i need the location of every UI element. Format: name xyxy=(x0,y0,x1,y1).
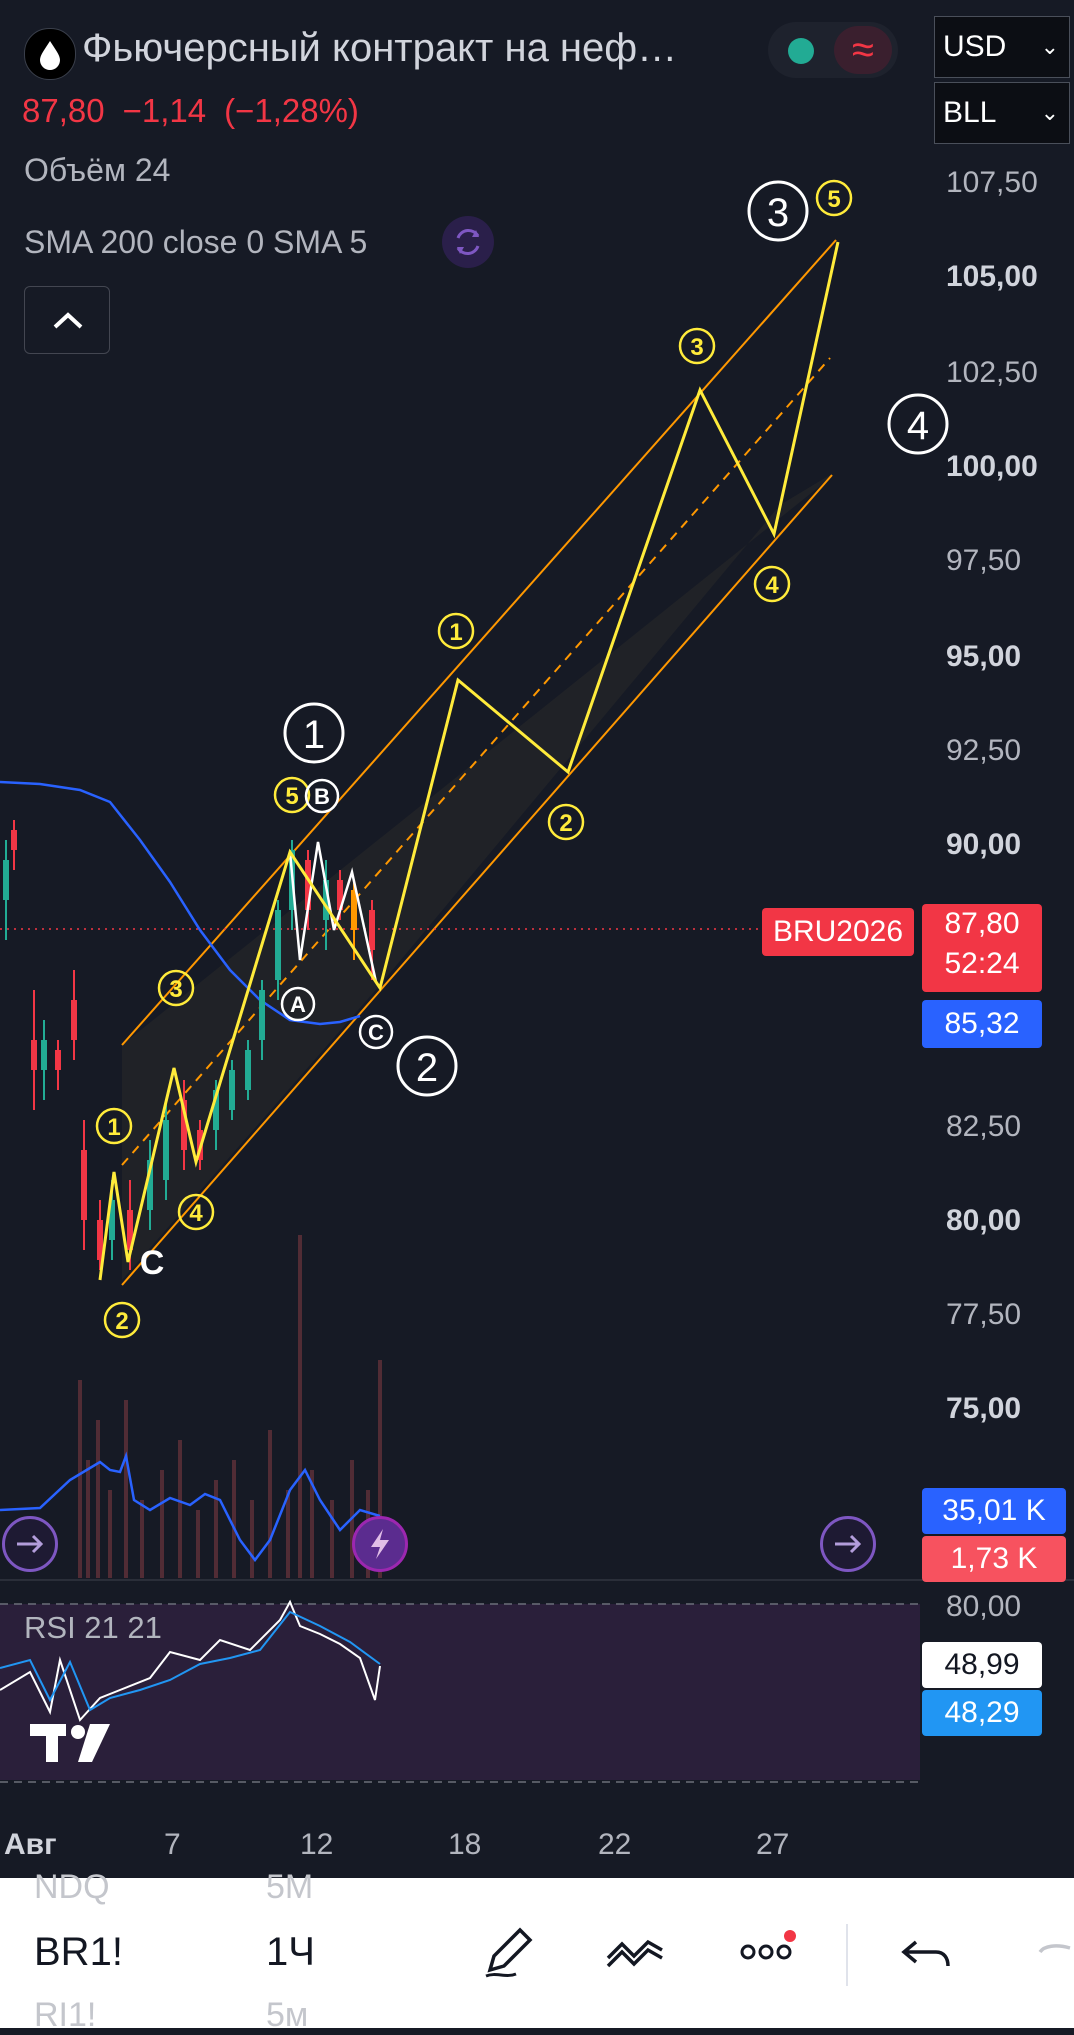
symbol-prev[interactable]: NDQ xyxy=(34,1868,110,1907)
redo-icon[interactable] xyxy=(1030,1920,1074,1984)
wave-small-5b: 5 xyxy=(827,186,840,213)
arrow-right-icon xyxy=(17,1534,44,1554)
time-axis-label: 7 xyxy=(164,1828,181,1861)
sma-legend[interactable]: SMA 200 close 0 SMA 5 xyxy=(24,224,367,261)
price-axis-label: 82,50 xyxy=(946,1110,1022,1143)
wave-big-2-text: 2 xyxy=(416,1046,438,1090)
price-axis-label: 97,50 xyxy=(946,544,1022,577)
more-options-icon[interactable] xyxy=(736,1920,800,1984)
unit-value: BLL xyxy=(943,96,997,129)
replay-flash-button[interactable] xyxy=(352,1516,408,1572)
price-axis-label: 100,00 xyxy=(946,450,1038,483)
time-axis-label: Авг xyxy=(4,1828,57,1861)
chevron-down-icon: ⌄ xyxy=(1040,100,1059,125)
time-axis-label: 27 xyxy=(756,1828,790,1861)
symbol-current[interactable]: BR1! xyxy=(34,1930,123,1975)
wave-small-1b: 1 xyxy=(449,619,462,646)
unit-select[interactable]: BLL ⌄ xyxy=(934,82,1070,144)
realtime-wave-icon: ≈ xyxy=(834,26,892,74)
price-axis-label: 105,00 xyxy=(946,260,1038,293)
toolbar-divider xyxy=(846,1924,848,1986)
wave-big-3-text: 3 xyxy=(767,191,789,235)
wave-small-3a: 3 xyxy=(169,976,182,1003)
wave-small-2a: 2 xyxy=(115,1308,128,1335)
current-price: 87,80 xyxy=(22,92,105,129)
wave-small-5a: 5 xyxy=(285,783,298,810)
wave-small-4a: 4 xyxy=(189,1200,203,1227)
price-axis-label: 75,00 xyxy=(946,1392,1022,1425)
arrow-right-icon xyxy=(835,1534,862,1554)
wave-c-letter: C xyxy=(140,1244,165,1282)
volume-legend[interactable]: Объём 24 xyxy=(24,152,170,189)
market-open-dot-icon xyxy=(788,38,814,64)
price-change: −1,14 xyxy=(122,92,207,129)
currency-value: USD xyxy=(943,30,1007,63)
price-axis-label: 80,00 xyxy=(946,1204,1022,1237)
sma-value-tag: 85,32 xyxy=(922,1000,1042,1048)
lightning-icon xyxy=(371,1529,389,1559)
timeframe-next[interactable]: 5м xyxy=(266,1996,308,2035)
market-status-pill[interactable]: ≈ xyxy=(768,22,898,78)
volume-tag: 1,73 K xyxy=(922,1536,1066,1582)
wave-small-4b: 4 xyxy=(765,572,779,599)
ticker-tag: BRU2026 xyxy=(762,908,914,956)
undo-icon[interactable] xyxy=(896,1920,960,1984)
chevron-down-icon: ⌄ xyxy=(1040,34,1059,59)
price-axis-label: 102,50 xyxy=(946,356,1038,389)
price-axis-label: 107,50 xyxy=(946,166,1038,199)
oil-drop-icon xyxy=(24,28,76,80)
wave-small-2b: 2 xyxy=(559,810,572,837)
tradingview-logo-icon xyxy=(28,1718,118,1768)
scroll-to-realtime-button[interactable] xyxy=(820,1516,876,1572)
price-axis-label: 77,50 xyxy=(946,1298,1022,1331)
symbol-next[interactable]: RI1! xyxy=(34,1996,96,2035)
pencil-icon[interactable] xyxy=(476,1920,540,1984)
price-axis-label: 92,50 xyxy=(946,734,1022,767)
wave-abc-c: C xyxy=(368,1020,384,1045)
time-axis-label: 18 xyxy=(448,1828,482,1861)
wave-small-3b: 3 xyxy=(690,334,703,361)
price-axis-label: 95,00 xyxy=(946,640,1022,673)
price-change-pct: (−1,28%) xyxy=(224,92,359,129)
symbol-title[interactable]: Фьючерсный контракт на неф… xyxy=(82,26,677,71)
scroll-back-button[interactable] xyxy=(2,1516,58,1572)
bar-countdown: 52:24 xyxy=(944,947,1020,980)
indicators-icon[interactable] xyxy=(604,1920,668,1984)
time-axis-label: 12 xyxy=(300,1828,334,1861)
wave-big-4-text: 4 xyxy=(907,404,929,448)
time-axis-label: 22 xyxy=(598,1828,632,1861)
last-price-tag: 87,80 52:24 xyxy=(922,904,1042,992)
price-summary: 87,80 −1,14 (−1,28%) xyxy=(22,92,377,130)
timeframe-prev[interactable]: 5M xyxy=(266,1868,313,1907)
volume-ma-tag: 35,01 K xyxy=(922,1488,1066,1534)
wave-small-1a: 1 xyxy=(107,1114,120,1141)
last-price-value: 87,80 xyxy=(944,907,1020,940)
chevron-up-icon xyxy=(53,312,83,329)
rsi-level-label: 80,00 xyxy=(946,1590,1022,1623)
collapse-legend-button[interactable] xyxy=(24,286,110,354)
rsi-value-tag: 48,99 xyxy=(922,1642,1042,1688)
currency-select[interactable]: USD ⌄ xyxy=(934,16,1070,78)
sync-icon[interactable] xyxy=(442,216,494,268)
price-axis-label: 90,00 xyxy=(946,828,1022,861)
rsi-sma-tag: 48,29 xyxy=(922,1690,1042,1736)
wave-abc-a: A xyxy=(290,992,306,1017)
timeframe-current[interactable]: 1Ч xyxy=(266,1930,315,1975)
wave-big-1-text: 1 xyxy=(303,713,325,757)
rsi-legend[interactable]: RSI 21 21 xyxy=(24,1610,162,1646)
wave-abc-b: B xyxy=(314,784,330,809)
